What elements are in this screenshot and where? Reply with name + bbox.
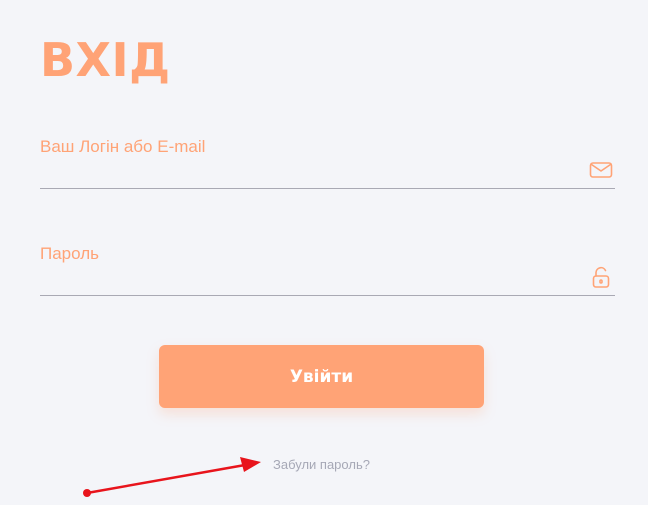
password-input[interactable] (40, 241, 580, 293)
login-button[interactable]: Увійти (159, 345, 484, 408)
login-input[interactable] (40, 134, 580, 186)
forgot-password-link[interactable]: Забули пароль? (273, 456, 370, 474)
page-title: ВХІД (40, 33, 171, 87)
password-field[interactable]: Пароль (40, 241, 615, 296)
unlock-icon (589, 265, 613, 289)
envelope-icon (589, 158, 613, 182)
login-field[interactable]: Ваш Логін або E-mail (40, 134, 615, 189)
